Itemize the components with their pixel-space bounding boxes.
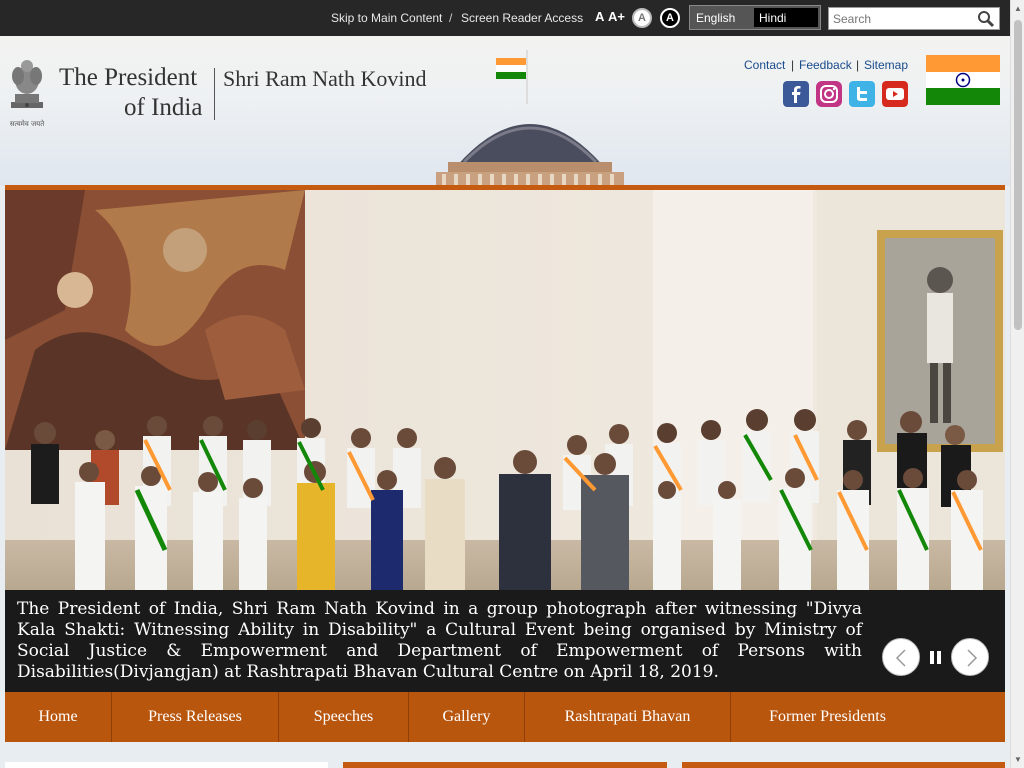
facebook-icon[interactable]	[783, 81, 809, 107]
high-contrast-button[interactable]: A	[660, 8, 680, 28]
slider-next-button[interactable]	[951, 638, 989, 676]
normal-contrast-button[interactable]: A	[632, 8, 652, 28]
youtube-icon[interactable]	[882, 81, 908, 107]
language-switcher: English Hindi	[689, 5, 821, 30]
nav-former-presidents[interactable]: Former Presidents	[731, 692, 924, 742]
feedback-link[interactable]: Feedback	[799, 58, 852, 72]
nav-gallery[interactable]: Gallery	[409, 692, 525, 742]
language-english[interactable]: English	[696, 11, 735, 25]
scroll-up-icon[interactable]: ▲	[1014, 4, 1022, 13]
slider-prev-button[interactable]	[882, 638, 920, 676]
site-title-line1: The President	[59, 64, 198, 91]
font-increase-button[interactable]: A+	[608, 9, 625, 24]
pause-icon[interactable]	[930, 651, 942, 664]
site-header: सत्यमेव जयते The President of India Shri…	[0, 36, 1010, 186]
content-card-left	[5, 762, 328, 768]
scrollbar-thumb[interactable]	[1014, 20, 1022, 330]
site-title-line2: of India	[124, 94, 203, 121]
page-scrollbar[interactable]: ▲ ▼	[1010, 0, 1024, 768]
rashtrapati-bhavan-dome-image	[436, 50, 624, 186]
skip-to-main-link[interactable]: Skip to Main Content	[331, 11, 442, 25]
twitter-icon[interactable]	[849, 81, 875, 107]
nav-press-releases[interactable]: Press Releases	[112, 692, 279, 742]
instagram-icon[interactable]	[816, 81, 842, 107]
search-icon[interactable]	[977, 10, 995, 28]
top-utility-bar: Skip to Main Content / Screen Reader Acc…	[0, 0, 1010, 36]
slide-caption: The President of India, Shri Ram Nath Ko…	[17, 599, 862, 682]
content-card-middle	[343, 762, 667, 768]
separator: /	[449, 11, 453, 25]
contact-link[interactable]: Contact	[744, 58, 785, 72]
photo-slider: The President of India, Shri Ram Nath Ko…	[5, 190, 1005, 692]
link-separator: |	[791, 58, 795, 72]
language-hindi[interactable]: Hindi	[754, 8, 818, 27]
title-divider	[214, 68, 215, 120]
search-box	[828, 7, 1000, 30]
font-decrease-button[interactable]: A	[595, 9, 604, 24]
sitemap-link[interactable]: Sitemap	[864, 58, 908, 72]
slide-photo	[5, 190, 1005, 590]
emblem-motto: सत्यमेव जयते	[10, 119, 45, 128]
search-input[interactable]	[833, 11, 973, 27]
india-flag-image	[926, 55, 1000, 105]
screen-reader-link[interactable]: Screen Reader Access	[461, 11, 583, 25]
president-name: Shri Ram Nath Kovind	[223, 66, 427, 91]
nav-home[interactable]: Home	[5, 692, 112, 742]
nav-speeches[interactable]: Speeches	[279, 692, 409, 742]
link-separator: |	[856, 58, 860, 72]
scroll-down-icon[interactable]: ▼	[1014, 755, 1022, 764]
main-navigation: Home Press Releases Speeches Gallery Ras…	[5, 692, 1005, 742]
national-emblem-logo[interactable]: सत्यमेव जयते	[5, 54, 49, 130]
nav-rashtrapati-bhavan[interactable]: Rashtrapati Bhavan	[525, 692, 731, 742]
content-card-right	[682, 762, 1005, 768]
chevron-left-icon	[895, 649, 906, 667]
chevron-right-icon	[967, 649, 978, 667]
